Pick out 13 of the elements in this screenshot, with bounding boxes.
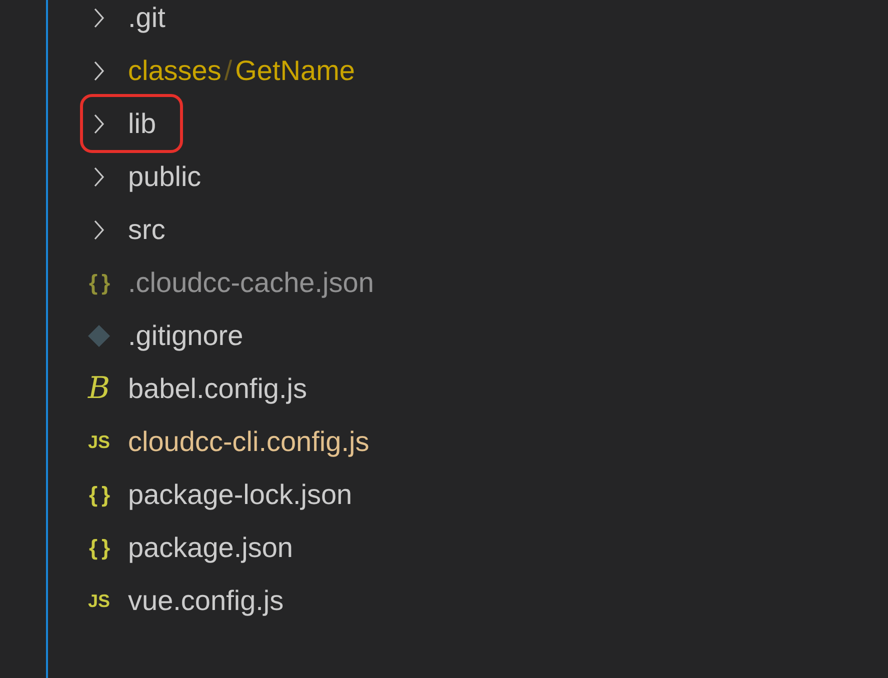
chevron-right-icon [93, 166, 105, 188]
js-icon: JS [88, 432, 110, 450]
chevron-right-icon [93, 218, 105, 240]
chevron-right-icon [93, 112, 105, 134]
braces-icon: { } [89, 484, 109, 506]
braces-icon: { } [89, 272, 109, 294]
chevron-right-icon [93, 6, 105, 28]
git-diamond-icon [87, 324, 111, 348]
braces-icon: { } [89, 536, 109, 558]
js-icon: JS [88, 592, 110, 610]
babel-icon: B [88, 374, 110, 404]
chevron-right-icon [93, 60, 105, 82]
folder-item[interactable]: lib [80, 94, 184, 153]
